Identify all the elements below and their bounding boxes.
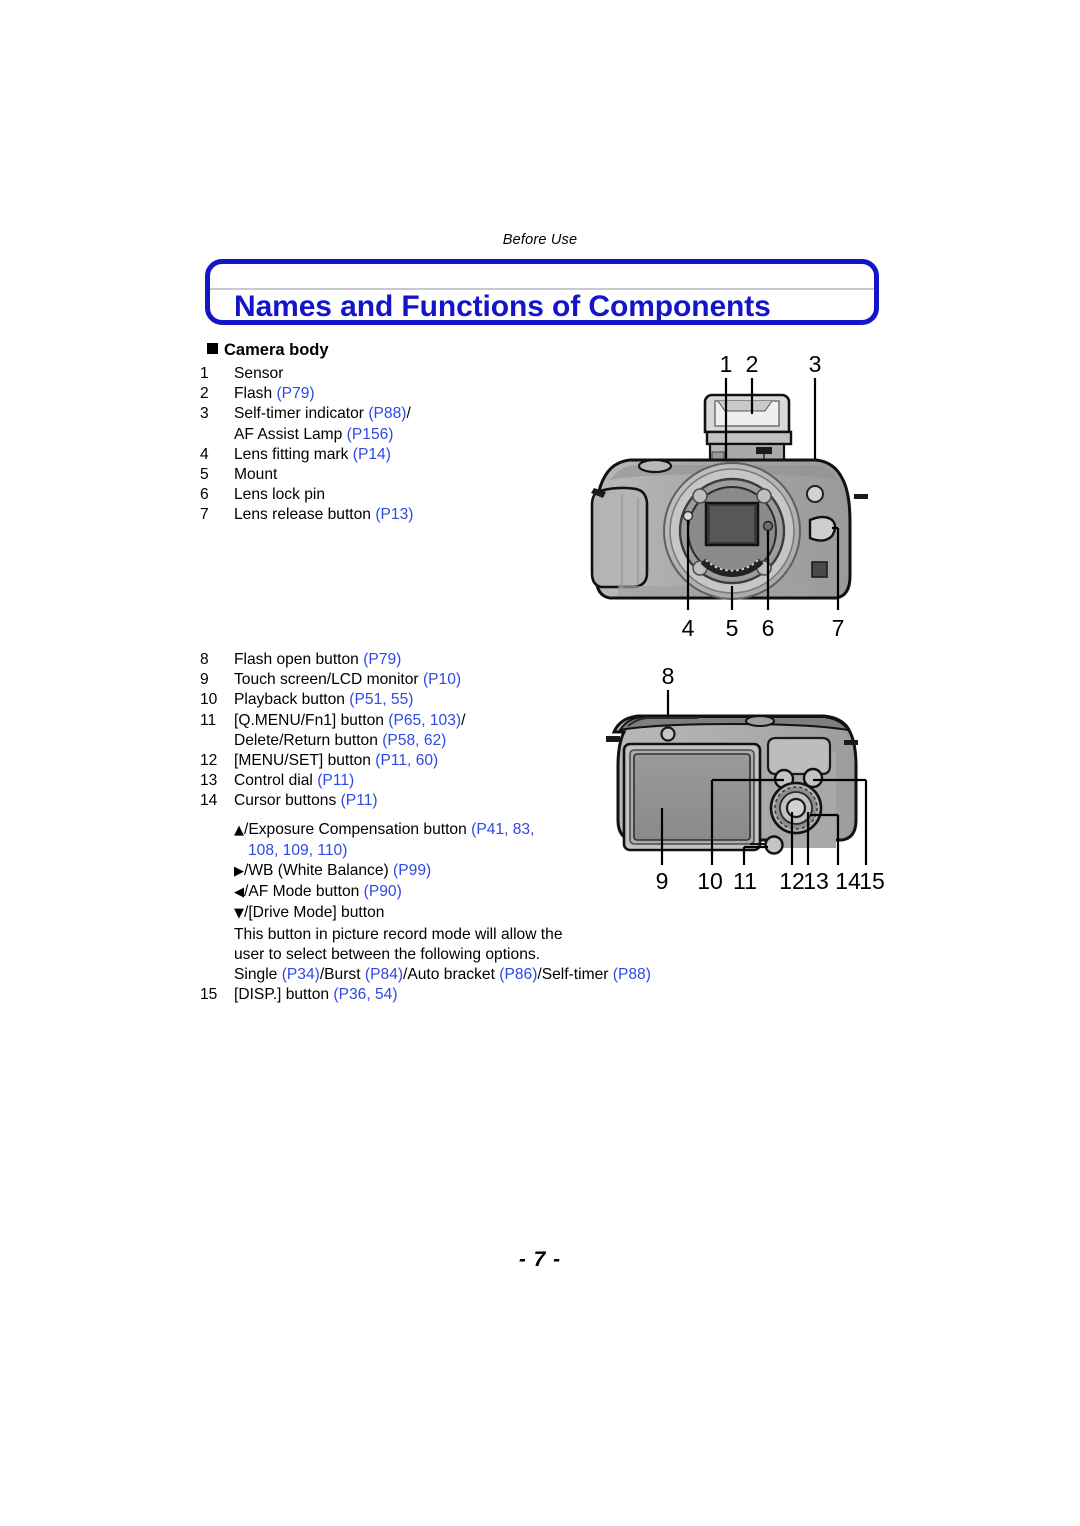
page-title: Names and Functions of Components xyxy=(234,290,771,323)
page-ref[interactable]: (P156) xyxy=(347,426,394,443)
page-ref[interactable]: (P10) xyxy=(423,671,461,688)
triangle-up-icon: ▲ xyxy=(234,822,244,838)
page-ref[interactable]: (P11, 60) xyxy=(375,752,438,769)
list-item-number: 15 xyxy=(200,986,218,1004)
page-ref[interactable]: (P79) xyxy=(363,651,401,668)
drive-mode-note-line2: user to select between the following opt… xyxy=(234,945,540,963)
page-ref[interactable]: (P88) xyxy=(613,966,651,983)
page-ref[interactable]: (P36, 54) xyxy=(333,986,397,1003)
triangle-left-icon: ◀ xyxy=(234,885,244,901)
running-header: Before Use xyxy=(0,232,1080,248)
callout-15: 15 xyxy=(859,868,885,894)
list-item: 15 [DISP.] button (P36, 54) xyxy=(200,985,700,1005)
callout-7: 7 xyxy=(832,615,845,641)
camera-back-illustration: 8 9 10 11 12 13 14 15 xyxy=(600,660,900,900)
list-item-number: 11 xyxy=(200,711,217,729)
page-ref[interactable]: (P14) xyxy=(353,446,391,463)
drive-mode-note-line1: This button in picture record mode will … xyxy=(234,925,563,943)
triangle-right-icon: ▶ xyxy=(234,864,244,880)
camera-front-illustration: 1 2 3 4 5 6 7 xyxy=(560,348,900,648)
callout-12: 12 xyxy=(779,868,805,894)
list-item-number: 12 xyxy=(200,752,218,770)
page-ref[interactable]: (P11) xyxy=(317,772,354,789)
callout-6: 6 xyxy=(762,615,775,641)
list-item-number: 6 xyxy=(200,486,209,504)
page-ref[interactable]: (P90) xyxy=(364,883,402,900)
page-ref[interactable]: (P13) xyxy=(375,506,413,523)
triangle-down-icon: ▼ xyxy=(234,906,244,922)
page-ref[interactable]: (P65, 103) xyxy=(388,712,461,729)
page-ref[interactable]: (P84) xyxy=(365,966,403,983)
list-item-number: 2 xyxy=(200,385,209,403)
running-header-text: Before Use xyxy=(502,232,578,248)
callout-11: 11 xyxy=(733,868,757,894)
page-title-box: Names and Functions of Components xyxy=(205,259,879,325)
page-ref[interactable]: 108, 109, 110) xyxy=(248,842,347,859)
callout-13: 13 xyxy=(803,868,829,894)
callout-14: 14 xyxy=(835,868,861,894)
page-ref[interactable]: (P51, 55) xyxy=(349,691,413,708)
callout-3: 3 xyxy=(809,351,822,377)
page-ref[interactable]: (P34) xyxy=(282,966,320,983)
callout-4: 4 xyxy=(682,615,695,641)
callout-8: 8 xyxy=(662,663,675,689)
list-item-label: [DISP.] button (P36, 54) xyxy=(234,986,398,1004)
drive-mode-options: Single (P34)/Burst (P84)/Auto bracket (P… xyxy=(234,966,651,984)
list-item-number: 14 xyxy=(200,792,218,810)
page-ref[interactable]: (P88) xyxy=(368,405,406,422)
callout-10: 10 xyxy=(697,868,723,894)
page-ref[interactable]: (P79) xyxy=(276,385,314,402)
page-ref[interactable]: (P41, 83, xyxy=(471,821,534,838)
page-ref[interactable]: (P58, 62) xyxy=(382,732,446,749)
list-item-number: 3 xyxy=(200,405,209,423)
list-item-number: 9 xyxy=(200,671,209,689)
list-item-number: 13 xyxy=(200,772,218,790)
list-item-number: 5 xyxy=(200,466,209,484)
page-ref[interactable]: (P86) xyxy=(499,966,537,983)
bullet-square-icon xyxy=(207,343,218,354)
list-item-number: 10 xyxy=(200,691,218,709)
list-item-number: 1 xyxy=(200,365,209,382)
list-item-number: 7 xyxy=(200,506,209,524)
section-heading: Camera body xyxy=(207,341,329,360)
list-item-number: 4 xyxy=(200,445,209,463)
callout-5: 5 xyxy=(726,615,739,641)
page-ref[interactable]: (P99) xyxy=(393,862,431,879)
cursor-down-detail: ▼/[Drive Mode] button xyxy=(234,904,385,922)
callout-1: 1 xyxy=(720,351,733,377)
callout-2: 2 xyxy=(746,351,759,377)
page-number: - 7 - xyxy=(518,1248,562,1271)
list-item-number: 8 xyxy=(200,651,209,668)
page-ref[interactable]: (P11) xyxy=(341,792,378,809)
callout-9: 9 xyxy=(656,868,669,894)
section-heading-label: Camera body xyxy=(224,341,329,359)
